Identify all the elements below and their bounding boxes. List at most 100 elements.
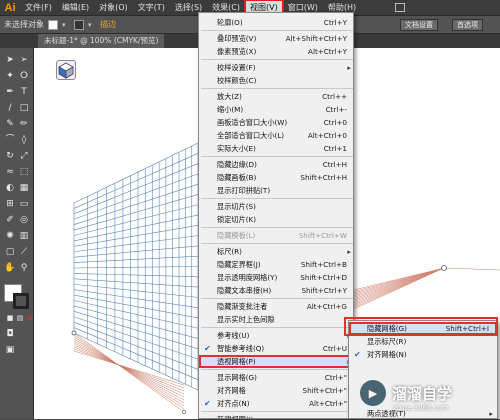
view-menu-item[interactable]: 隐藏画板(B) Shift+Ctrl+H: [199, 171, 353, 184]
menu-item-label: 叠印预览(V): [217, 34, 257, 43]
menu-type[interactable]: 文字(T): [133, 0, 170, 16]
menu-separator: [201, 59, 353, 60]
menu-item-label: 智能参考线(Q): [217, 344, 265, 353]
shape-builder-icon[interactable]: ◐: [4, 182, 16, 194]
menu-item-shortcut: Alt+Ctrl+Y: [308, 47, 347, 56]
menu-item-label: 显示切片(S): [217, 202, 256, 211]
view-menu-item[interactable]: 轮廓(O) Ctrl+Y: [199, 16, 353, 29]
stroke-swatch[interactable]: [74, 19, 84, 30]
graph-tool-icon[interactable]: ▥: [18, 230, 30, 242]
warp-tool-icon[interactable]: ≈: [4, 166, 16, 178]
rotate-tool-icon[interactable]: ↻: [4, 150, 16, 162]
type-tool-icon[interactable]: T: [18, 86, 30, 98]
view-menu-item[interactable]: 缩小(M) Ctrl+-: [199, 103, 353, 116]
perspective-submenu-item[interactable]: 显示标尺(R): [349, 335, 497, 348]
view-menu-item[interactable]: 显示实时上色间隙: [199, 313, 353, 326]
view-menu-item[interactable]: 对齐网格 Shift+Ctrl+": [199, 384, 353, 397]
slice-tool-icon[interactable]: ⟋: [18, 246, 30, 258]
view-menu-item: 隐藏模板(L) Shift+Ctrl+W: [199, 229, 353, 242]
watermark-url: zixue.3d66.com: [393, 404, 449, 412]
menu-item-label: 隐藏文本串接(H): [217, 286, 272, 295]
view-menu-item[interactable]: 实际大小(E) Ctrl+1: [199, 142, 353, 155]
view-menu-item[interactable]: 标尺(R) ▸: [199, 245, 353, 258]
direct-selection-tool-icon[interactable]: ➢: [18, 54, 30, 66]
selection-status: 未选择对象: [4, 20, 44, 29]
menu-item-label: 全部适合窗口大小(L): [217, 131, 285, 140]
stroke-dropdown-icon[interactable]: ▾: [88, 20, 96, 30]
view-menu-item[interactable]: 隐藏定界框(J) Shift+Ctrl+B: [199, 258, 353, 271]
blob-brush-icon[interactable]: ⌒: [4, 134, 16, 146]
view-menu-item[interactable]: 放大(Z) Ctrl++: [199, 90, 353, 103]
symbol-sprayer-icon[interactable]: ✺: [4, 230, 16, 242]
view-menu-item[interactable]: 显示透明度网格(Y) Shift+Ctrl+D: [199, 271, 353, 284]
view-menu-item[interactable]: 隐藏边缘(D) Ctrl+H: [199, 158, 353, 171]
eyedropper-icon[interactable]: ✐: [4, 214, 16, 226]
view-menu-item[interactable]: 隐藏文本串接(H) Shift+Ctrl+Y: [199, 284, 353, 297]
view-menu-item[interactable]: 新建视图(I)...: [199, 413, 353, 418]
menu-item-label: 标尺(R): [217, 247, 242, 256]
perspective-grid-tool-icon[interactable]: ▦: [18, 182, 30, 194]
fill-dropdown-icon[interactable]: ▾: [62, 20, 70, 30]
view-menu-item[interactable]: 隐藏渐变批注者 Alt+Ctrl+G: [199, 300, 353, 313]
menu-object[interactable]: 对象(O): [94, 0, 133, 16]
menu-separator: [201, 198, 353, 199]
view-menu-item[interactable]: 锁定切片(K): [199, 213, 353, 226]
view-menu-item[interactable]: 显示打印拼贴(T): [199, 184, 353, 197]
document-tab[interactable]: 未标题-1* @ 100% (CMYK/预览): [38, 34, 165, 48]
menu-item-label: 显示打印拼贴(T): [217, 186, 271, 195]
stroke-color-box[interactable]: [13, 293, 29, 309]
menu-item-label: 校样颜色(C): [217, 76, 257, 85]
view-menu-item[interactable]: 画板适合窗口大小(W) Ctrl+0: [199, 116, 353, 129]
doc-setup-button[interactable]: 文档设置: [400, 19, 438, 31]
view-menu-item[interactable]: 透视网格(P)▸: [199, 355, 353, 368]
menu-separator: [201, 156, 353, 157]
lasso-icon[interactable]: ⵔ: [18, 70, 30, 82]
view-menu-item[interactable]: 参考线(U)▸: [199, 329, 353, 342]
view-menu-item[interactable]: ✔ 对齐点(N) Alt+Ctrl+": [199, 397, 353, 410]
menu-item-shortcut: Ctrl+": [324, 373, 347, 382]
rectangle-tool-icon[interactable]: □: [18, 102, 30, 114]
view-menu-item[interactable]: 校样颜色(C): [199, 74, 353, 87]
submenu-item-label: 对齐网格(N): [367, 350, 407, 359]
line-tool-icon[interactable]: ∕: [4, 102, 16, 114]
pencil-icon[interactable]: ✏: [18, 118, 30, 130]
screen-mode-icon[interactable]: ▣: [4, 344, 16, 356]
free-transform-icon[interactable]: ⬚: [18, 166, 30, 178]
view-menu-item[interactable]: 叠印预览(V) Alt+Shift+Ctrl+Y: [199, 32, 353, 45]
menu-item-shortcut: Alt+Ctrl+": [309, 399, 347, 408]
view-menu-item[interactable]: 校样设置(F) ▸: [199, 61, 353, 74]
menu-item-shortcut: Shift+Ctrl+W: [298, 231, 347, 240]
zoom-tool-icon[interactable]: ⚲: [18, 262, 30, 274]
gradient-tool-icon[interactable]: ▭: [18, 198, 30, 210]
magic-wand-icon[interactable]: ✦: [4, 70, 16, 82]
view-menu-item[interactable]: 显示切片(S): [199, 200, 353, 213]
pen-tool-icon[interactable]: ✒: [4, 86, 16, 98]
perspective-plane-widget-icon[interactable]: [56, 60, 76, 80]
hand-tool-icon[interactable]: ✋: [4, 262, 16, 274]
perspective-submenu-item[interactable]: ✔ 对齐网格(N): [349, 348, 497, 361]
view-menu-item[interactable]: 显示网格(G) Ctrl+": [199, 371, 353, 384]
watermark-brand: 溜溜自学: [392, 384, 453, 403]
draw-mode-icon[interactable]: ◘: [4, 328, 16, 340]
paintbrush-icon[interactable]: ✎: [4, 118, 16, 130]
stroke-label[interactable]: 描边: [100, 19, 116, 30]
menu-item-shortcut: Shift+Ctrl+": [302, 386, 347, 395]
selection-tool-icon[interactable]: ➤: [4, 54, 16, 66]
artboard-tool-icon[interactable]: ▢: [4, 246, 16, 258]
mesh-tool-icon[interactable]: ⊞: [4, 198, 16, 210]
fill-swatch[interactable]: [48, 19, 58, 30]
preferences-button[interactable]: 首选项: [452, 19, 483, 31]
view-menu-item[interactable]: 全部适合窗口大小(L) Alt+Ctrl+0: [199, 129, 353, 142]
menu-item-shortcut: Ctrl+0: [323, 118, 347, 127]
hide-grid-highlight: [344, 317, 498, 336]
blend-tool-icon[interactable]: ◎: [18, 214, 30, 226]
view-menu-item[interactable]: 像素预览(X) Alt+Ctrl+Y: [199, 45, 353, 58]
menu-item-shortcut: Shift+Ctrl+D: [300, 273, 347, 282]
menu-edit[interactable]: 编辑(E): [57, 0, 94, 16]
scale-tool-icon[interactable]: ⤢: [18, 150, 30, 162]
menu-file[interactable]: 文件(F): [20, 0, 57, 16]
eraser-icon[interactable]: ◊: [18, 134, 30, 146]
view-menu-item[interactable]: ✔ 智能参考线(Q) Ctrl+U: [199, 342, 353, 355]
workspace-switcher-icon[interactable]: [395, 3, 405, 12]
menu-item-label: 对齐点(N): [217, 399, 250, 408]
